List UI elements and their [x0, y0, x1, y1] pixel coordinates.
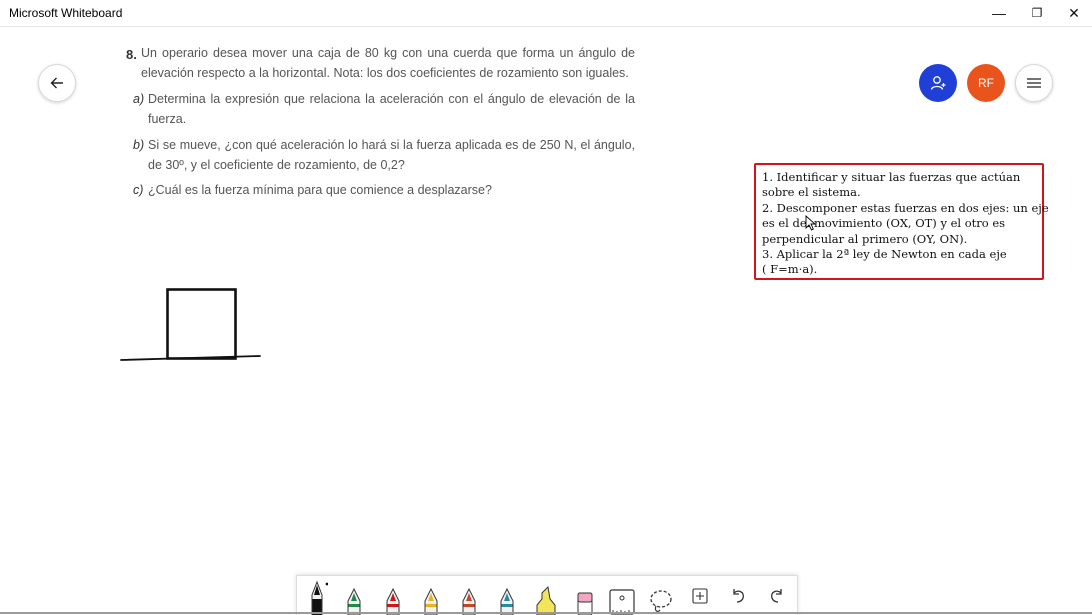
highlighter-tool[interactable]: [528, 576, 564, 615]
mouse-cursor-icon: [805, 215, 817, 231]
close-button[interactable]: ✕: [1056, 0, 1092, 26]
highlighter-icon: [536, 585, 556, 615]
invite-button[interactable]: [919, 64, 957, 102]
back-button[interactable]: [38, 64, 76, 102]
item-text: ¿Cuál es la fuerza mínima para que comie…: [148, 183, 492, 197]
pen-icon: [311, 580, 328, 615]
plus-square-icon: [692, 587, 708, 604]
item-text: Si se mueve, ¿con qué aceleración lo har…: [148, 138, 635, 172]
pen-green-tool[interactable]: [336, 576, 372, 615]
handwritten-note[interactable]: 1. Identificar y situar las fuerzas que …: [754, 163, 1049, 280]
ruler-icon: [609, 589, 635, 615]
pen-yellow-tool[interactable]: [413, 576, 449, 615]
box-drawing[interactable]: [118, 284, 266, 366]
pen-galaxy-tool[interactable]: [489, 576, 525, 615]
add-person-icon: [930, 76, 946, 90]
eraser-tool[interactable]: [567, 576, 603, 615]
item-text: Determina la expresión que relaciona la …: [148, 92, 635, 126]
maximize-button[interactable]: ❐: [1019, 0, 1055, 26]
note-line: perpendicular al primero (OY, ON).: [762, 231, 968, 246]
pen-icon: [386, 587, 400, 615]
minimize-button[interactable]: —: [981, 0, 1017, 26]
hamburger-icon: [1027, 78, 1041, 88]
note-line: 3. Aplicar la 2ª ley de Newton en cada e…: [762, 247, 1007, 262]
pen-red-tool[interactable]: [375, 576, 411, 615]
note-line: 1. Identificar y situar las fuerzas que …: [762, 170, 1021, 184]
app-title: Microsoft Whiteboard: [9, 6, 123, 20]
user-avatar[interactable]: RF: [967, 64, 1005, 102]
note-line: 2. Descomponer estas fuerzas en dos ejes…: [762, 200, 1049, 215]
lasso-tool[interactable]: [643, 576, 679, 615]
pen-icon: [424, 587, 438, 615]
ruler-tool[interactable]: [604, 576, 640, 615]
pen-icon: [347, 587, 361, 615]
pen-icon: [462, 587, 476, 615]
add-tool-button[interactable]: [682, 576, 718, 615]
pen-rainbow-tool[interactable]: [451, 576, 487, 615]
title-bar: Microsoft Whiteboard — ❐ ✕: [0, 0, 1092, 27]
redo-icon: [771, 588, 782, 603]
problem-text: Un operario desea mover una caja de 80 k…: [141, 46, 635, 80]
pen-black-tool[interactable]: [299, 576, 335, 615]
pen-icon: [500, 587, 514, 615]
arrow-left-icon: [50, 77, 63, 89]
item-label: c): [133, 183, 144, 197]
undo-icon: [733, 588, 744, 603]
menu-button[interactable]: [1015, 64, 1053, 102]
item-label: a): [133, 92, 145, 106]
redo-button[interactable]: [759, 576, 795, 615]
note-line: ( F=m·a).: [762, 262, 818, 277]
item-label: b): [133, 138, 145, 152]
eraser-icon: [577, 592, 593, 615]
problem-number: 8.: [126, 47, 137, 62]
inking-toolbar: [296, 575, 798, 615]
undo-button[interactable]: [720, 576, 756, 615]
note-line: sobre el sistema.: [762, 185, 861, 200]
lasso-icon: [650, 590, 672, 612]
